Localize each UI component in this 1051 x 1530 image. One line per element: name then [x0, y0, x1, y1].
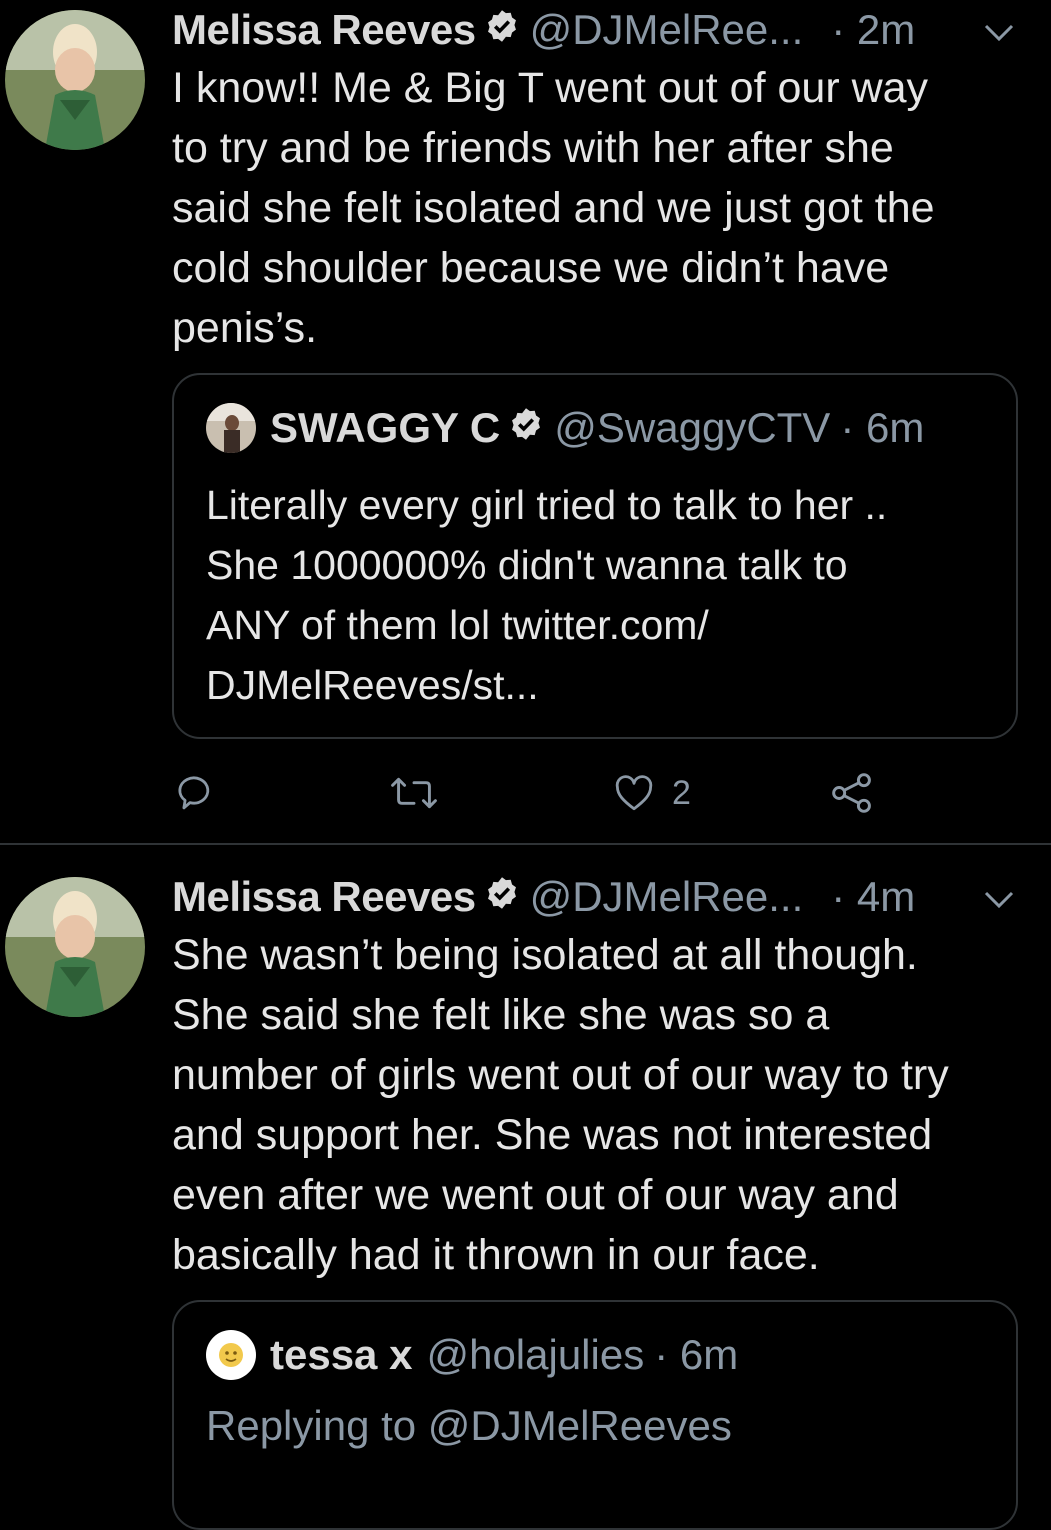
author-name[interactable]: Melissa Reeves: [172, 873, 476, 921]
tweet-text: She wasn’t being isolated at all though.…: [172, 931, 949, 1279]
author-handle[interactable]: @DJMelRee...: [530, 6, 804, 54]
reply-button[interactable]: [176, 768, 218, 818]
tweet-actions: 2: [172, 768, 932, 818]
tweet-header: Melissa Reeves @DJMelRee... · 4m: [172, 872, 915, 922]
quoted-tweet[interactable]: SWAGGY C @SwaggyCTV · 6m Literally every…: [172, 373, 1018, 739]
author-avatar[interactable]: [5, 877, 145, 1017]
quoted-author-handle: @SwaggyCTV: [554, 404, 831, 451]
tweet-text: I know!! Me & Big T went out of our way …: [172, 64, 935, 352]
verified-badge-icon: [484, 873, 520, 921]
tweet-header: Melissa Reeves @DJMelRee... · 2m: [172, 5, 915, 55]
quoted-author-name: SWAGGY C: [270, 404, 501, 451]
retweet-icon: [391, 777, 437, 809]
quoted-tweet-time: · 6m: [840, 404, 925, 451]
quoted-tweet-header: tessa x @holajulies · 6m: [206, 1330, 738, 1380]
like-button[interactable]: 2: [612, 768, 691, 818]
chevron-down-icon[interactable]: [982, 889, 1016, 911]
author-handle[interactable]: @DJMelRee...: [530, 873, 804, 921]
share-icon: [832, 773, 871, 813]
tweet-time[interactable]: · 2m: [831, 6, 915, 54]
tweet-1[interactable]: Melissa Reeves @DJMelRee... · 2m I know!…: [0, 0, 1051, 845]
tweet-time[interactable]: · 4m: [831, 873, 915, 921]
quoted-author-avatar: [206, 403, 256, 453]
like-count: 2: [672, 773, 691, 812]
author-avatar[interactable]: [5, 10, 145, 150]
retweet-button[interactable]: [390, 768, 438, 818]
tweet-2[interactable]: Melissa Reeves @DJMelRee... · 4m She was…: [0, 845, 1051, 1530]
chevron-down-icon[interactable]: [982, 22, 1016, 44]
quoted-author-name: tessa x: [270, 1331, 413, 1378]
verified-badge-icon: [508, 404, 544, 452]
reply-icon: [178, 776, 210, 810]
quoted-tweet[interactable]: tessa x @holajulies · 6m Replying to @DJ…: [172, 1300, 1018, 1530]
share-button[interactable]: [830, 768, 874, 818]
quoted-author-handle: @holajulies: [426, 1331, 645, 1378]
verified-badge-icon: [484, 6, 520, 54]
quoted-tweet-time: · 6m: [654, 1331, 739, 1378]
quoted-tweet-header: SWAGGY C @SwaggyCTV · 6m: [206, 403, 924, 453]
author-name[interactable]: Melissa Reeves: [172, 6, 476, 54]
quoted-author-avatar: [206, 1330, 256, 1380]
like-icon: [615, 775, 653, 811]
quoted-tweet-text: Literally every girl tried to talk to he…: [206, 482, 888, 708]
replying-to: Replying to @DJMelReeves: [206, 1402, 732, 1449]
